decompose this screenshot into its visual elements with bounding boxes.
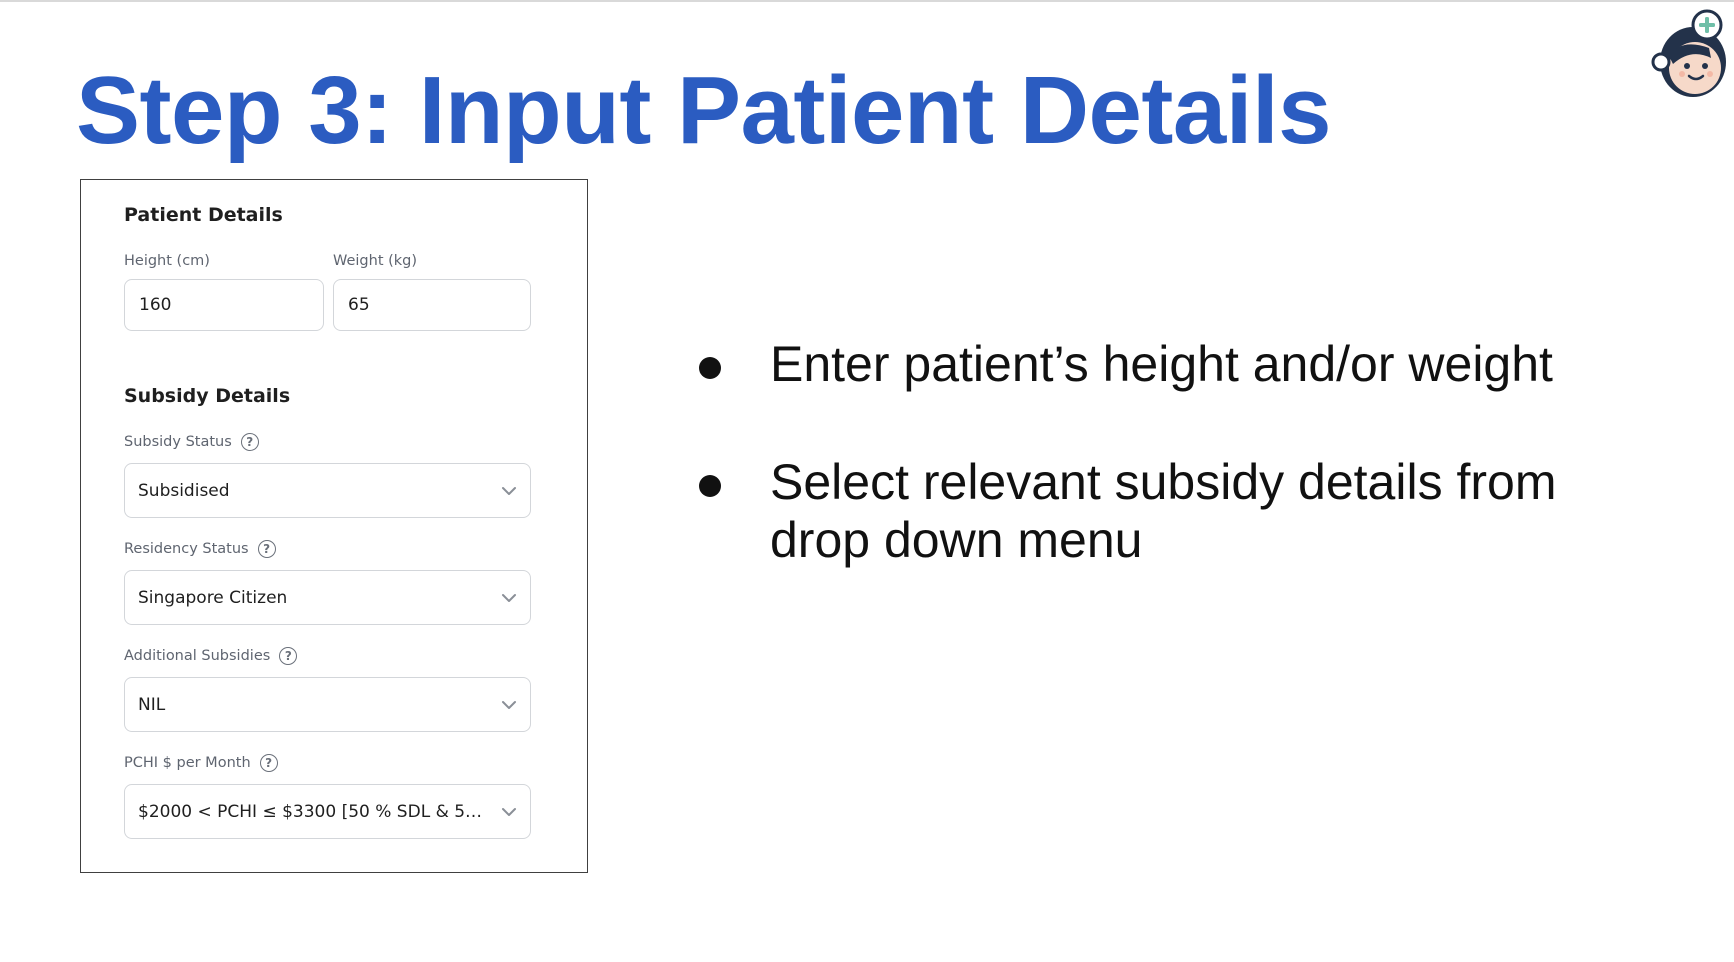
additional-subsidies-value: NIL — [138, 694, 166, 715]
subsidy-status-select[interactable]: Subsidised — [124, 463, 531, 518]
chevron-down-icon — [502, 593, 516, 602]
pchi-value: $2000 < PCHI ≤ $3300 [50 % SDL & 50%... — [138, 801, 501, 822]
residency-status-label-text: Residency Status — [124, 541, 249, 557]
bullet-dot — [699, 475, 721, 497]
subsidy-status-label-text: Subsidy Status — [124, 434, 232, 450]
patient-details-form: Patient Details Height (cm) Weight (kg) … — [80, 179, 588, 873]
weight-label: Weight (kg) — [333, 253, 417, 269]
subsidy-details-heading: Subsidy Details — [124, 385, 291, 407]
chevron-down-icon — [502, 700, 516, 709]
question-circle-icon[interactable]: ? — [240, 433, 259, 451]
chevron-down-icon — [502, 486, 516, 495]
subsidy-status-label: Subsidy Status ? — [124, 433, 259, 451]
question-circle-icon[interactable]: ? — [259, 754, 278, 772]
slide-title: Step 3: Input Patient Details — [76, 57, 1332, 164]
residency-status-label: Residency Status ? — [124, 540, 276, 558]
question-circle-icon[interactable]: ? — [279, 647, 298, 665]
height-input[interactable] — [124, 279, 324, 331]
height-label-text: Height (cm) — [124, 253, 210, 269]
instruction-bullets: Enter patient’s height and/or weight Sel… — [690, 335, 1590, 629]
doctor-mascot-icon — [1651, 9, 1726, 97]
bullet-item: Enter patient’s height and/or weight — [690, 335, 1590, 393]
bullet-item: Select relevant subsidy details from dro… — [690, 453, 1590, 569]
pchi-label-text: PCHI $ per Month — [124, 755, 251, 771]
pchi-select[interactable]: $2000 < PCHI ≤ $3300 [50 % SDL & 50%... — [124, 784, 531, 839]
weight-input[interactable] — [333, 279, 531, 331]
pchi-label: PCHI $ per Month ? — [124, 754, 278, 772]
weight-label-text: Weight (kg) — [333, 253, 418, 269]
question-circle-icon[interactable]: ? — [257, 540, 276, 558]
additional-subsidies-label-text: Additional Subsidies — [124, 648, 271, 664]
slide-top-divider — [0, 0, 1734, 2]
residency-status-value: Singapore Citizen — [138, 587, 288, 608]
bullet-text: Enter patient’s height and/or weight — [770, 336, 1553, 392]
additional-subsidies-label: Additional Subsidies ? — [124, 647, 298, 665]
height-label: Height (cm) — [124, 253, 210, 269]
chevron-down-icon — [502, 807, 516, 816]
additional-subsidies-select[interactable]: NIL — [124, 677, 531, 732]
residency-status-select[interactable]: Singapore Citizen — [124, 570, 531, 625]
subsidy-status-value: Subsidised — [138, 480, 230, 501]
patient-details-heading: Patient Details — [124, 204, 283, 226]
bullet-dot — [699, 357, 721, 379]
bullet-text: Select relevant subsidy details from dro… — [770, 454, 1557, 568]
